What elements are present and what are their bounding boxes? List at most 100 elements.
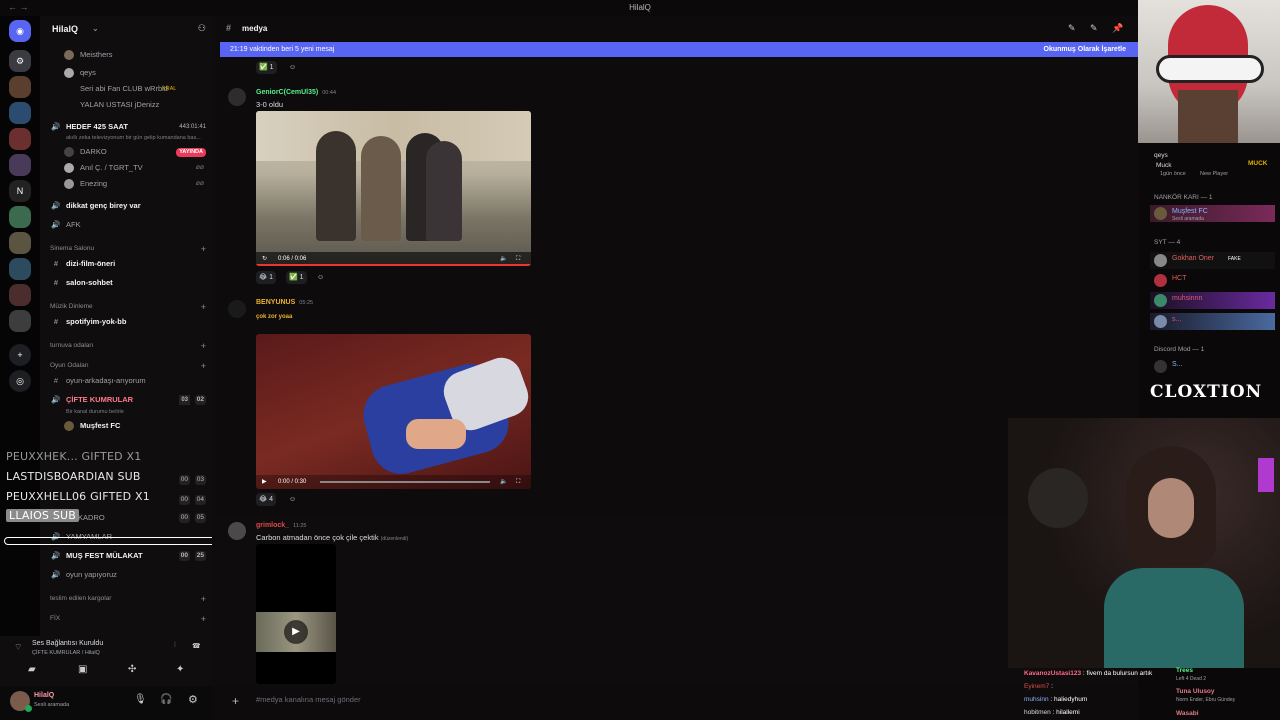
avatar[interactable] bbox=[228, 522, 246, 540]
reaction[interactable]: ✅ 1 bbox=[256, 61, 277, 74]
video-controls[interactable]: ↻ 0:06 / 0:06 🔈 ⛶ bbox=[256, 252, 531, 266]
online-dot bbox=[25, 705, 32, 712]
voice-user[interactable]: DARKO YAYINDA bbox=[40, 144, 212, 160]
server-icon[interactable] bbox=[9, 310, 31, 332]
voice-user[interactable]: Anıl Ç. / TGRT_TV ⌀⌀ bbox=[40, 160, 212, 176]
chat-area: # medya ✎ ✎ 📌 21:19 vaktinden beri 5 yen… bbox=[212, 16, 1138, 720]
voice-channel[interactable]: 🔊 oyun yapıyoruz bbox=[40, 567, 212, 583]
add-server-icon[interactable]: + bbox=[9, 344, 31, 366]
server-icon[interactable]: N bbox=[9, 180, 31, 202]
replay-icon[interactable]: ↻ bbox=[262, 252, 267, 266]
waveform-icon[interactable]: ⫶ bbox=[174, 642, 176, 650]
mark-read-button[interactable]: Okunmuş Olarak İşaretle bbox=[1044, 42, 1126, 57]
server-icon[interactable] bbox=[9, 128, 31, 150]
voice-user[interactable]: Seri abi Fan CLUB wRrbld KRAL bbox=[40, 81, 212, 97]
screen-share-icon[interactable]: ▣ bbox=[78, 664, 87, 675]
avatar[interactable] bbox=[228, 300, 246, 318]
home-icon[interactable]: ◉ bbox=[9, 20, 31, 42]
message-author[interactable]: grimlock_ 11:25 bbox=[256, 522, 306, 529]
message-author[interactable]: GeniorC(CemUl35) 00:44 bbox=[256, 89, 336, 96]
message-input[interactable]: #medya kanalına mesaj gönder bbox=[256, 695, 361, 704]
mute-icon: ⌀⌀ bbox=[195, 180, 204, 187]
disconnect-icon[interactable]: ☎ bbox=[192, 642, 201, 650]
voice-user[interactable]: YALAN USTASI jDenizz bbox=[40, 97, 212, 113]
voice-user[interactable]: Enezing ⌀⌀ bbox=[40, 176, 212, 192]
voice-user[interactable]: Meisthers bbox=[40, 47, 212, 63]
video-attachment[interactable]: ▶ 0:00 / 0:30 🔈 ⛶ bbox=[256, 334, 531, 489]
plus-icon[interactable]: + bbox=[232, 694, 239, 708]
reaction[interactable]: ✅ 1 bbox=[286, 271, 307, 284]
add-friend-icon[interactable]: ⚇ bbox=[198, 23, 206, 34]
new-messages-banner[interactable]: 21:19 vaktinden beri 5 yeni mesaj Okunmu… bbox=[220, 42, 1138, 57]
voice-channel-info[interactable]: ÇİFTE KUMRULAR / HilalQ bbox=[32, 650, 100, 656]
member-item[interactable]: Muşfest FC Sesli aramada bbox=[1150, 205, 1275, 222]
server-icon[interactable] bbox=[9, 154, 31, 176]
activity-icon[interactable]: ✣ bbox=[128, 664, 136, 675]
soundboard-icon[interactable]: ✦ bbox=[176, 664, 184, 675]
plus-icon[interactable]: + bbox=[201, 299, 206, 315]
play-icon[interactable]: ▶ bbox=[262, 475, 267, 489]
video-attachment[interactable]: ▶ bbox=[256, 544, 336, 684]
plus-icon[interactable]: + bbox=[201, 591, 206, 607]
message-author[interactable]: BENYUNUS 05:25 bbox=[256, 299, 313, 306]
fullscreen-icon[interactable]: ⛶ bbox=[516, 252, 520, 266]
mic-icon[interactable]: 🎙 bbox=[134, 694, 147, 705]
plus-icon[interactable]: + bbox=[201, 338, 206, 354]
voice-user[interactable]: Muşfest FC bbox=[40, 418, 212, 434]
server-header[interactable]: HilalQ ⌄ ⚇ bbox=[40, 16, 212, 42]
reaction[interactable]: 😂 4 bbox=[256, 493, 277, 506]
reaction[interactable]: 😂 1 bbox=[256, 271, 277, 284]
avatar[interactable] bbox=[228, 88, 246, 106]
pin-icon[interactable]: 📌 bbox=[1112, 23, 1123, 34]
explore-icon[interactable]: ◎ bbox=[9, 370, 31, 392]
voice-user[interactable]: qeys bbox=[40, 65, 212, 81]
server-icon[interactable] bbox=[9, 258, 31, 280]
member-item[interactable]: S... bbox=[1150, 358, 1275, 375]
server-icon[interactable] bbox=[9, 206, 31, 228]
category[interactable]: Sinema Salonu + bbox=[40, 241, 212, 257]
server-icon[interactable] bbox=[9, 102, 31, 124]
text-channel[interactable]: # spotifyim-yok-bb bbox=[40, 314, 212, 330]
hash-icon: # bbox=[53, 376, 59, 385]
add-reaction-icon[interactable]: ☺ bbox=[286, 493, 299, 506]
member-item[interactable]: muhsinnn bbox=[1150, 292, 1275, 309]
voice-channel[interactable]: 🔊 MUŞ FEST MÜLAKAT 00 25 bbox=[40, 548, 212, 564]
server-icon[interactable] bbox=[9, 232, 31, 254]
plus-icon[interactable]: + bbox=[201, 358, 206, 374]
member-item[interactable]: HCT bbox=[1150, 272, 1275, 289]
server-icon[interactable]: ⚙ bbox=[9, 50, 31, 72]
video-attachment[interactable]: ↻ 0:06 / 0:06 🔈 ⛶ bbox=[256, 111, 531, 266]
video-controls[interactable]: ▶ 0:00 / 0:30 🔈 ⛶ bbox=[256, 475, 531, 489]
text-channel[interactable]: # salon-sohbet bbox=[40, 275, 212, 291]
chevron-down-icon[interactable]: ⌄ bbox=[92, 24, 99, 33]
server-icon[interactable] bbox=[9, 76, 31, 98]
category[interactable]: teslim edilen kargolar + bbox=[40, 591, 212, 607]
camera-off-icon[interactable]: ▰ bbox=[28, 664, 36, 675]
category[interactable]: Oyun Odaları + bbox=[40, 358, 212, 374]
plus-icon[interactable]: + bbox=[201, 611, 206, 627]
category[interactable]: turnuva odaları + bbox=[40, 338, 212, 354]
add-reaction-icon[interactable]: ☺ bbox=[286, 61, 299, 74]
category[interactable]: Müzik Dinleme + bbox=[40, 299, 212, 315]
add-reaction-icon[interactable]: ☺ bbox=[314, 271, 327, 284]
member-item[interactable]: Gokhan Oner FAKE bbox=[1150, 252, 1275, 269]
volume-icon[interactable]: 🔈 bbox=[500, 475, 507, 489]
plus-icon[interactable]: + bbox=[201, 241, 206, 257]
mute-channel-icon[interactable]: ✎ bbox=[1090, 23, 1098, 34]
volume-icon[interactable]: 🔈 bbox=[500, 252, 507, 266]
overlay-alert: LLAIOS SUB bbox=[6, 509, 79, 522]
gear-icon[interactable]: ⚙ bbox=[188, 693, 198, 706]
user-panel: HilalQ Sesli aramada 🎙 🎧 ⚙ bbox=[0, 686, 212, 720]
threads-icon[interactable]: ✎ bbox=[1068, 23, 1076, 34]
member-item[interactable]: s... bbox=[1150, 313, 1275, 330]
text-channel[interactable]: # oyun-arkadaşı-arıyorum bbox=[40, 373, 212, 389]
server-icon[interactable] bbox=[9, 284, 31, 306]
voice-channel[interactable]: 🔊 dikkat genç birey var bbox=[40, 198, 212, 214]
text-channel[interactable]: # dizi-film-öneri bbox=[40, 256, 212, 272]
category[interactable]: FİX + bbox=[40, 611, 212, 627]
headphones-icon[interactable]: 🎧 bbox=[160, 694, 172, 705]
seek-bar[interactable] bbox=[320, 481, 490, 483]
fullscreen-icon[interactable]: ⛶ bbox=[516, 475, 520, 489]
play-icon[interactable]: ▶ bbox=[284, 620, 308, 644]
voice-channel[interactable]: 🔊 AFK bbox=[40, 217, 212, 233]
